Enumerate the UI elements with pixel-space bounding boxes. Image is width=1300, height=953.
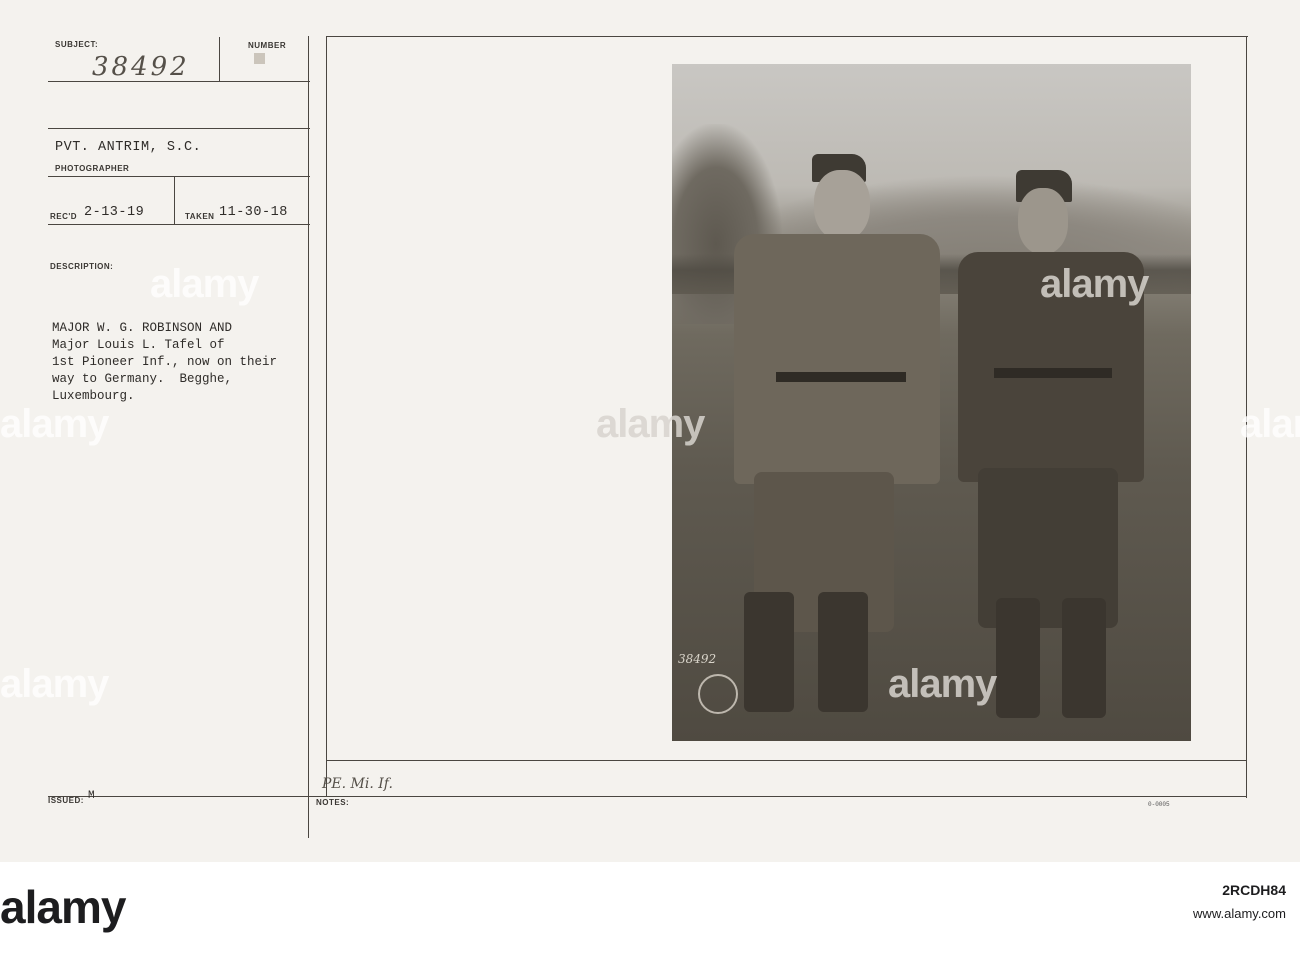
photographer-top-rule (48, 128, 310, 129)
watermark: alamy (1040, 262, 1149, 306)
issued-label: ISSUED: (48, 796, 84, 805)
boot-left (996, 598, 1040, 718)
site-url: www.alamy.com (1193, 906, 1286, 921)
issued-value: M (88, 790, 96, 802)
recd-date: 2-13-19 (84, 205, 145, 220)
photographer-rule (48, 176, 310, 177)
subject-divider (219, 37, 220, 81)
notes-label: NOTES: (316, 798, 350, 807)
photographer-label: PHOTOGRAPHER (55, 164, 130, 173)
subject-number: 38492 (92, 52, 190, 82)
description-text: MAJOR W. G. ROBINSON AND Major Louis L. … (52, 320, 352, 405)
watermark: alamy (0, 402, 109, 446)
watermark: alamy (888, 662, 997, 706)
number-stamp (254, 53, 265, 64)
face (814, 170, 870, 240)
boot-right (818, 592, 868, 712)
watermark: alamy (1240, 402, 1300, 446)
frame-inner-rule (326, 760, 1247, 761)
watermark: alamy (0, 662, 109, 706)
subject-label: SUBJECT: (55, 40, 99, 49)
left-column-divider (308, 36, 309, 838)
taken-label: TAKEN (185, 212, 215, 221)
officer-tafel (958, 168, 1148, 738)
description-line: way to Germany. Begghe, (52, 372, 233, 386)
recd-taken-divider (174, 177, 175, 225)
alamy-logo: alamy (0, 881, 126, 933)
officer-robinson (728, 152, 948, 732)
description-line: MAJOR W. G. ROBINSON AND (52, 321, 233, 335)
description-line: 1st Pioneer Inf., now on their (52, 355, 278, 369)
photographer-name: PVT. ANTRIM, S.C. (55, 140, 202, 155)
dates-rule (48, 224, 310, 225)
footer-bar: alamy 2RCDH84 www.alamy.com (0, 862, 1300, 953)
watermark: alamy (150, 262, 259, 306)
form-code: 0-0005 (1148, 801, 1170, 808)
number-label: NUMBER (248, 41, 287, 50)
notes-handwritten: PE. Mi. If. (322, 776, 393, 792)
archival-photo-card: SUBJECT: 38492 NUMBER PVT. ANTRIM, S.C. … (0, 0, 1300, 862)
boot-right (1062, 598, 1106, 718)
sam-browne-belt (994, 368, 1112, 378)
boot-left (744, 592, 794, 712)
taken-date: 11-30-18 (219, 205, 288, 220)
uniform-tunic (734, 234, 940, 484)
face (1018, 188, 1068, 254)
frame-top (326, 36, 1248, 37)
signal-corps-stamp (698, 674, 738, 714)
description-line: Major Louis L. Tafel of (52, 338, 225, 352)
negative-number: 38492 (678, 652, 717, 666)
watermark: alamy (596, 402, 705, 446)
recd-label: REC'D (50, 212, 78, 221)
photograph-two-officers: 38492 (672, 64, 1191, 741)
bottom-rule (48, 796, 1246, 797)
frame-left (326, 36, 327, 796)
image-id: 2RCDH84 (1222, 882, 1286, 898)
description-label: DESCRIPTION: (50, 262, 114, 271)
sam-browne-belt (776, 372, 906, 382)
